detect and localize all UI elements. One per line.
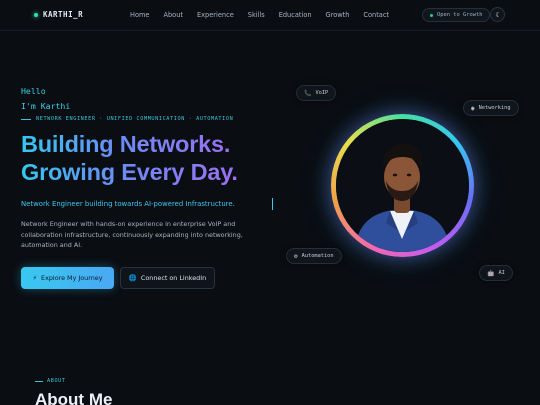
profile-portrait-illustration: [336, 119, 469, 252]
about-tag-label: ABOUT: [47, 378, 66, 384]
robot-icon: 🤖: [487, 269, 495, 277]
name-line: I'm Karthi: [21, 101, 71, 111]
chip-networking-label: Networking: [478, 105, 511, 111]
typing-cursor: [272, 198, 273, 210]
chip-networking: ◉ Networking: [463, 100, 519, 116]
linkedin-button[interactable]: 🌐 Connect on LinkedIn: [120, 267, 215, 289]
status-badge: Open to Growth: [422, 8, 491, 22]
hero-headline: Building Networks. Growing Every Day.: [21, 130, 238, 186]
headline-line-1: Building Networks.: [21, 131, 231, 157]
about-section-tag: ABOUT: [35, 378, 66, 384]
nav-links: Home About Experience Skills Education G…: [130, 11, 389, 19]
logo-text: KARTHI_R: [43, 10, 84, 19]
nav-link-skills[interactable]: Skills: [248, 11, 265, 19]
nav-link-experience[interactable]: Experience: [197, 11, 234, 19]
nav-link-growth[interactable]: Growth: [326, 11, 350, 19]
profile-ring: [331, 114, 474, 257]
nav-link-about[interactable]: About: [163, 11, 183, 19]
moon-icon: ☾: [495, 10, 500, 19]
logo-dot-icon: [34, 12, 38, 17]
about-tag-divider: [35, 380, 43, 382]
greeting: Hello: [21, 86, 46, 96]
theme-toggle-button[interactable]: ☾: [490, 7, 505, 22]
chip-voip: 📞 VoIP: [296, 85, 337, 101]
phone-icon: 📞: [304, 89, 312, 97]
linkedin-label: Connect on LinkedIn: [140, 274, 207, 282]
hero-tagline: Network Engineer building towards AI-pow…: [21, 200, 235, 208]
hero-description: Network Engineer with hands-on experienc…: [21, 220, 243, 249]
nav-link-home[interactable]: Home: [130, 11, 149, 19]
globe-icon: 🌐: [128, 274, 137, 282]
nav-link-contact[interactable]: Contact: [363, 11, 389, 19]
network-icon: ◉: [471, 104, 475, 112]
nav-link-education[interactable]: Education: [279, 11, 312, 19]
about-title: About Me: [35, 390, 113, 405]
role-line: NETWORK ENGINEER · UNIFIED COMMUNICATION…: [21, 116, 233, 122]
role-line-divider: [21, 118, 31, 120]
chip-ai-label: AI: [498, 270, 505, 276]
logo[interactable]: KARTHI_R: [34, 10, 83, 19]
chip-ai: 🤖 AI: [479, 265, 513, 281]
headline-line-2: Growing Every Day.: [21, 159, 238, 185]
role-text: NETWORK ENGINEER · UNIFIED COMMUNICATION…: [36, 116, 234, 122]
rocket-icon: ⚡: [32, 274, 38, 282]
chip-voip-label: VoIP: [315, 90, 329, 96]
profile-photo: [336, 119, 469, 252]
status-dot-icon: [430, 13, 433, 17]
explore-journey-button[interactable]: ⚡ Explore My Journey: [21, 267, 114, 289]
top-navbar: KARTHI_R Home About Experience Skills Ed…: [0, 0, 540, 31]
status-badge-label: Open to Growth: [437, 12, 483, 18]
gear-icon: ⚙: [294, 252, 298, 260]
chip-automation: ⚙ Automation: [286, 248, 342, 264]
explore-journey-label: Explore My Journey: [41, 274, 103, 282]
chip-automation-label: Automation: [301, 253, 334, 259]
